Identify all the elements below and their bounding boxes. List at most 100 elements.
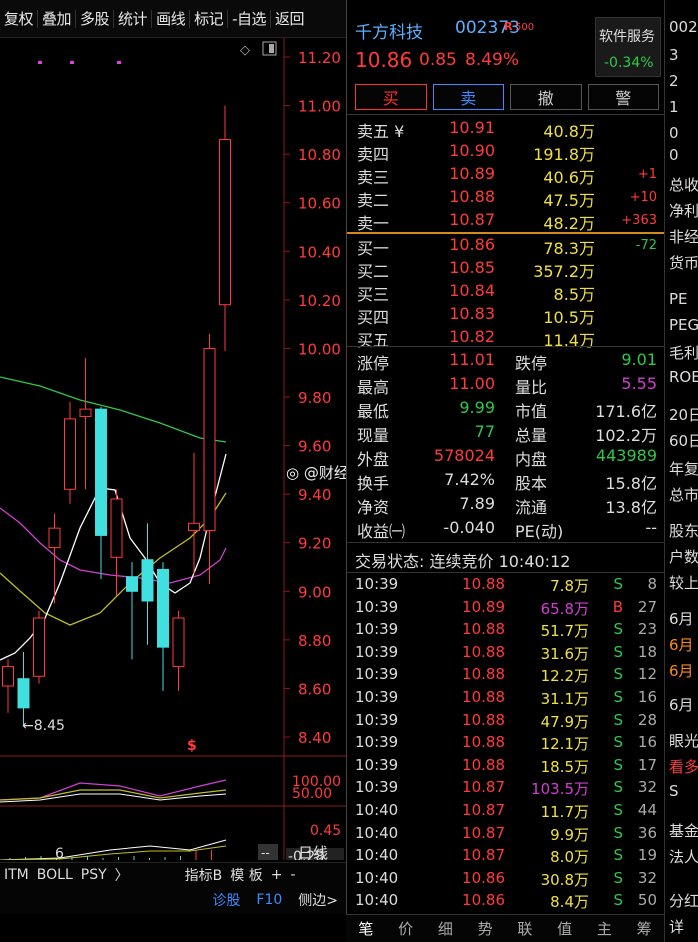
sector-name: 软件服务 bbox=[599, 29, 655, 45]
right-strip-item[interactable]: 6月 bbox=[669, 660, 694, 681]
toolbar-button-3[interactable]: 统计 bbox=[114, 8, 151, 29]
right-strip-item[interactable]: 看多 bbox=[669, 756, 698, 777]
tick-row[interactable]: 10:39 10.88 31.6万 S 18 bbox=[347, 643, 665, 666]
tick-row[interactable]: 10:40 10.87 9.9万 S 36 bbox=[347, 824, 665, 847]
right-strip-item[interactable]: 20日 bbox=[669, 404, 698, 425]
stock-name[interactable]: 千方科技 bbox=[355, 18, 423, 43]
toolbar-button-1[interactable]: 叠加 bbox=[38, 8, 75, 29]
ask-row-3[interactable]: 卖二 10.88 47.5万 +10 bbox=[347, 187, 665, 210]
indicator-tab-4[interactable]: 指标B bbox=[181, 865, 227, 885]
tick-row[interactable]: 10:39 10.87 103.5万 S 32 bbox=[347, 778, 665, 801]
bid-row-3[interactable]: 买四 10.83 10.5万 bbox=[347, 304, 665, 327]
right-strip-item[interactable]: 净利 bbox=[669, 200, 698, 221]
right-strip-item[interactable]: 较上 bbox=[669, 572, 698, 593]
tick-row[interactable]: 10:40 10.87 11.7万 S 44 bbox=[347, 801, 665, 824]
tick-row[interactable]: 10:39 10.88 12.2万 S 12 bbox=[347, 665, 665, 688]
right-strip-item[interactable]: 基金 bbox=[669, 820, 698, 841]
tick-row[interactable]: 10:39 10.88 31.1万 S 16 bbox=[347, 688, 665, 711]
right-strip-item[interactable]: 2 bbox=[669, 72, 679, 90]
f10-link[interactable]: F10 bbox=[248, 892, 290, 908]
indicator-tab-6[interactable]: + bbox=[267, 867, 287, 883]
quote-tab-5[interactable]: 值 bbox=[545, 915, 585, 942]
sector-box[interactable]: 软件服务 -0.34% bbox=[595, 17, 661, 77]
ask-row-4[interactable]: 卖一 10.87 48.2万 +363 bbox=[347, 210, 665, 233]
ask-row-0[interactable]: 卖五 ¥ 10.91 40.8万 bbox=[347, 118, 665, 141]
toolbar-button-7[interactable]: 返回 bbox=[271, 8, 308, 29]
stat-row-1: 最高 11.00 量比 5.55 bbox=[347, 374, 665, 398]
right-strip-item[interactable]: PEG bbox=[669, 316, 698, 334]
quote-tab-2[interactable]: 细 bbox=[426, 915, 466, 942]
price-alert-button[interactable]: 警 bbox=[587, 84, 659, 110]
ask-row-1[interactable]: 卖四 10.90 191.8万 bbox=[347, 141, 665, 164]
toolbar-button-0[interactable]: 复权 bbox=[0, 8, 37, 29]
buy-button[interactable]: 买 bbox=[355, 84, 427, 110]
kline-chart-area[interactable]: 11.20 11.00 10.80 10.60 10.40 10.20 10.00 9.80 9… bbox=[0, 38, 346, 860]
toolbar-button-2[interactable]: 多股 bbox=[76, 8, 113, 29]
zoom-minus-label: -- bbox=[261, 846, 270, 860]
right-strip-item[interactable]: 毛利 bbox=[669, 342, 698, 363]
tick-row[interactable]: 10:39 10.88 47.9万 S 28 bbox=[347, 711, 665, 734]
bid-row-1[interactable]: 买二 10.85 357.2万 bbox=[347, 258, 665, 281]
right-strip-item[interactable]: 总收 bbox=[669, 174, 698, 195]
right-strip-item[interactable]: 1 bbox=[669, 98, 679, 116]
kline-chart[interactable]: 11.20 11.00 10.80 10.60 10.40 10.20 10.00 9.80 9… bbox=[0, 38, 346, 860]
indicator-tab-7[interactable]: - bbox=[286, 867, 299, 883]
tick-row[interactable]: 10:39 10.88 51.7万 S 23 bbox=[347, 620, 665, 643]
right-strip-item[interactable]: PE bbox=[669, 290, 688, 308]
right-strip-item[interactable]: 股东 bbox=[669, 520, 698, 541]
right-strip-item[interactable]: 年复 bbox=[669, 458, 698, 479]
sell-button[interactable]: 卖 bbox=[432, 84, 504, 110]
quote-tab-7[interactable]: 筹 bbox=[624, 915, 664, 942]
side-panel-toggle[interactable]: 侧边> bbox=[290, 890, 346, 910]
quote-tab-1[interactable]: 价 bbox=[386, 915, 426, 942]
right-strip-item[interactable]: 0 bbox=[669, 146, 679, 164]
tick-row[interactable]: 10:39 10.88 7.8万 S 8 bbox=[347, 575, 665, 598]
right-strip-item[interactable]: 眼光 bbox=[669, 730, 698, 751]
toolbar-button-6[interactable]: -自选 bbox=[228, 8, 270, 29]
price-tick-label: 10.60 bbox=[298, 195, 341, 213]
quote-tab-4[interactable]: 联 bbox=[505, 915, 545, 942]
ask-row-2[interactable]: 卖三 10.89 40.6万 +1 bbox=[347, 164, 665, 187]
toolbar-button-4[interactable]: 画线 bbox=[152, 8, 189, 29]
indicator-tab-1[interactable]: BOLL bbox=[33, 867, 77, 883]
right-strip-item[interactable]: 60日 bbox=[669, 430, 698, 451]
quote-tab-3[interactable]: 势 bbox=[465, 915, 505, 942]
indicator-tab-5[interactable]: 模 板 bbox=[226, 865, 266, 885]
cancel-order-button[interactable]: 撤 bbox=[510, 84, 582, 110]
quote-tab-6[interactable]: 主 bbox=[585, 915, 625, 942]
right-strip-item[interactable]: 3 bbox=[669, 46, 679, 64]
moving-average-line-0 bbox=[0, 376, 227, 443]
right-strip-item[interactable]: 6月 bbox=[669, 634, 694, 655]
right-strip-item[interactable]: 6月 bbox=[669, 694, 694, 715]
indicator-tab-2[interactable]: PSY bbox=[77, 867, 111, 883]
right-strip-item[interactable]: 6月 bbox=[669, 608, 694, 629]
right-strip-item[interactable]: ROE bbox=[669, 368, 698, 386]
bid-row-2[interactable]: 买三 10.84 8.5万 bbox=[347, 281, 665, 304]
tick-row[interactable]: 10:39 10.88 18.5万 S 17 bbox=[347, 756, 665, 779]
stat-row-5: 换手 7.42% 股本 15.8亿 bbox=[347, 470, 665, 494]
right-strip-item[interactable]: 户数 bbox=[669, 546, 698, 567]
price-tick-label: 11.20 bbox=[298, 49, 341, 67]
right-strip-item[interactable]: 货币 bbox=[669, 252, 698, 273]
indicator-tab-0[interactable]: ITM bbox=[0, 867, 33, 883]
toolbar-button-5[interactable]: 标记 bbox=[190, 8, 227, 29]
right-strip-item[interactable]: S bbox=[669, 782, 679, 800]
tick-row[interactable]: 10:40 10.86 8.4万 S 50 bbox=[347, 891, 665, 914]
right-strip-item[interactable]: 法人 bbox=[669, 846, 698, 867]
diagnose-stock-link[interactable]: 诊股 bbox=[204, 890, 248, 910]
tick-row[interactable]: 10:40 10.86 30.8万 S 32 bbox=[347, 869, 665, 892]
right-strip-item[interactable]: 详 bbox=[669, 916, 684, 937]
tick-row[interactable]: 10:39 10.89 65.8万 B 27 bbox=[347, 598, 665, 621]
tick-row[interactable]: 10:39 10.88 12.1万 S 16 bbox=[347, 733, 665, 756]
right-strip-item[interactable]: 总市 bbox=[669, 484, 698, 505]
indicator-tab-3[interactable]: 〉 bbox=[111, 865, 133, 885]
quote-tab-0[interactable]: 笔 bbox=[346, 915, 386, 942]
stat-row-2: 最低 9.99 市值 171.6亿 bbox=[347, 398, 665, 422]
right-strip-item[interactable]: 分红 bbox=[669, 890, 698, 911]
right-strip-item[interactable]: 非经 bbox=[669, 226, 698, 247]
tick-time: 10:39 bbox=[355, 755, 399, 774]
right-strip-item[interactable]: 002 bbox=[669, 18, 698, 36]
bid-row-0[interactable]: 买一 10.86 78.3万 -72 bbox=[347, 235, 665, 258]
tick-row[interactable]: 10:40 10.87 8.0万 S 19 bbox=[347, 846, 665, 869]
right-strip-item[interactable]: 0 bbox=[669, 124, 679, 142]
